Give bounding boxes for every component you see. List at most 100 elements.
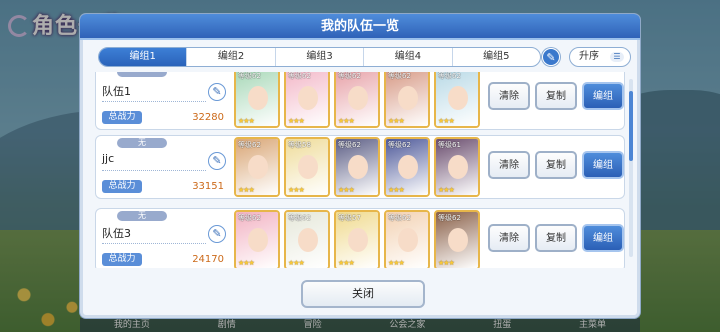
sort-button[interactable]: 升序 ☰ — [569, 47, 631, 67]
character-face-icon — [248, 86, 268, 110]
character-face-icon — [448, 228, 468, 252]
total-power-label: 总战力 — [102, 253, 142, 266]
character-face-icon — [448, 86, 468, 110]
team-tag — [117, 72, 167, 77]
pencil-icon: ✎ — [546, 51, 556, 64]
team-tabs: 编组1 编组2 编组3 编组4 编组5 — [98, 47, 541, 67]
copy-button[interactable]: 复制 — [535, 224, 577, 252]
scrollbar-thumb[interactable] — [629, 91, 633, 161]
copy-button[interactable]: 复制 — [535, 151, 577, 179]
total-power-value: 32280 — [192, 112, 224, 123]
team-info: 无 jjc 总战力 33151 — [102, 138, 224, 196]
character-portrait[interactable]: 等级62 ★★★ — [234, 210, 280, 268]
team-row: 无 队伍3 总战力 24170 ✎ 等级62 ★★★ 等级62 ★★★ 等级57 ★★★ 等… — [95, 208, 625, 268]
character-portrait[interactable]: 等级57 ★★★ — [334, 210, 380, 268]
edit-group-name-button[interactable]: ✎ — [542, 48, 560, 66]
team-row: 队伍1 总战力 32280 ✎ 等级62 ★★★ 等级62 ★★★ 等级62 ★★★ 等级6… — [95, 72, 625, 130]
total-power-value: 24170 — [192, 254, 224, 265]
star-rating: ★★★ — [238, 186, 255, 194]
star-rating: ★★★ — [288, 117, 305, 125]
team-tag: 无 — [117, 211, 167, 221]
rename-team-button[interactable]: ✎ — [208, 83, 226, 101]
close-button[interactable]: 关闭 — [301, 280, 425, 308]
divider — [102, 243, 206, 244]
star-rating: ★★★ — [288, 186, 305, 194]
character-level: 等级62 — [438, 72, 461, 80]
character-face-icon — [348, 155, 368, 179]
team-list-dialog: 我的队伍一览 编组1 编组2 编组3 编组4 编组5 ✎ 升序 ☰ 队伍1 总战… — [80, 14, 640, 318]
character-face-icon — [298, 155, 318, 179]
character-portrait[interactable]: 等级62 ★★★ — [334, 137, 380, 197]
character-face-icon — [248, 155, 268, 179]
character-portrait[interactable]: 等级62 ★★★ — [384, 137, 430, 197]
pencil-icon: ✎ — [212, 227, 222, 240]
character-face-icon — [298, 86, 318, 110]
character-level: 等级62 — [238, 72, 261, 80]
sort-order-icon: ☰ — [610, 52, 624, 62]
edit-team-button[interactable]: 编组 — [582, 151, 624, 179]
team-name: 队伍3 — [102, 227, 131, 240]
clear-button[interactable]: 清除 — [488, 224, 530, 252]
character-face-icon — [398, 228, 418, 252]
character-portrait[interactable]: 等级62 ★★★ — [284, 72, 330, 128]
clear-button[interactable]: 清除 — [488, 151, 530, 179]
character-portrait[interactable]: 等级58 ★★★ — [284, 137, 330, 197]
scrollbar[interactable] — [629, 79, 633, 257]
character-face-icon — [348, 228, 368, 252]
team-info: 无 队伍3 总战力 24170 — [102, 211, 224, 268]
character-portrait[interactable]: 等级62 ★★★ — [434, 210, 480, 268]
star-rating: ★★★ — [388, 186, 405, 194]
character-face-icon — [348, 86, 368, 110]
character-level: 等级57 — [338, 214, 361, 222]
tab-group-4[interactable]: 编组4 — [364, 48, 453, 66]
tab-group-2[interactable]: 编组2 — [187, 48, 276, 66]
star-rating: ★★★ — [438, 186, 455, 194]
copy-button[interactable]: 复制 — [535, 82, 577, 110]
character-portrait[interactable]: 等级62 ★★★ — [434, 72, 480, 128]
character-portrait[interactable]: 等级62 ★★★ — [384, 210, 430, 268]
character-face-icon — [298, 228, 318, 252]
divider — [102, 170, 206, 171]
tab-group-5[interactable]: 编组5 — [453, 48, 540, 66]
character-face-icon — [248, 228, 268, 252]
star-rating: ★★★ — [388, 259, 405, 267]
character-portrait[interactable]: 等级62 ★★★ — [334, 72, 380, 128]
character-face-icon — [398, 155, 418, 179]
clear-button[interactable]: 清除 — [488, 82, 530, 110]
character-portrait[interactable]: 等级62 ★★★ — [234, 137, 280, 197]
tab-group-1[interactable]: 编组1 — [99, 48, 188, 66]
character-portrait[interactable]: 等级62 ★★★ — [234, 72, 280, 128]
rename-team-button[interactable]: ✎ — [208, 152, 226, 170]
team-info: 队伍1 总战力 32280 — [102, 72, 224, 127]
character-level: 等级62 — [388, 72, 411, 80]
character-level: 等级62 — [288, 72, 311, 80]
dialog-title: 我的队伍一览 — [80, 14, 640, 40]
star-rating: ★★★ — [338, 259, 355, 267]
pencil-icon: ✎ — [212, 154, 222, 167]
star-rating: ★★★ — [438, 117, 455, 125]
team-list[interactable]: 队伍1 总战力 32280 ✎ 等级62 ★★★ 等级62 ★★★ 等级62 ★★★ 等级6… — [95, 72, 625, 268]
rename-team-button[interactable]: ✎ — [208, 225, 226, 243]
character-level: 等级62 — [388, 141, 411, 149]
pencil-icon: ✎ — [212, 85, 222, 98]
edit-team-button[interactable]: 编组 — [582, 82, 624, 110]
team-name: jjc — [102, 152, 115, 165]
character-portrait[interactable]: 等级62 ★★★ — [384, 72, 430, 128]
character-level: 等级61 — [438, 141, 461, 149]
character-level: 等级62 — [338, 141, 361, 149]
character-slots: 等级62 ★★★ 等级62 ★★★ 等级62 ★★★ 等级62 ★★★ 等级62 ★★★ — [234, 72, 484, 128]
edit-team-button[interactable]: 编组 — [582, 224, 624, 252]
star-rating: ★★★ — [238, 259, 255, 267]
character-portrait[interactable]: 等级61 ★★★ — [434, 137, 480, 197]
character-level: 等级62 — [238, 214, 261, 222]
team-row: 无 jjc 总战力 33151 ✎ 等级62 ★★★ 等级58 ★★★ 等级62 ★★★ 等… — [95, 135, 625, 199]
team-tag: 无 — [117, 138, 167, 148]
character-portrait[interactable]: 等级62 ★★★ — [284, 210, 330, 268]
character-face-icon — [448, 155, 468, 179]
total-power-label: 总战力 — [102, 111, 142, 124]
character-slots: 等级62 ★★★ 等级62 ★★★ 等级57 ★★★ 等级62 ★★★ 等级62 ★★★ — [234, 210, 484, 268]
character-level: 等级62 — [388, 214, 411, 222]
star-rating: ★★★ — [338, 117, 355, 125]
character-level: 等级62 — [238, 141, 261, 149]
tab-group-3[interactable]: 编组3 — [276, 48, 365, 66]
